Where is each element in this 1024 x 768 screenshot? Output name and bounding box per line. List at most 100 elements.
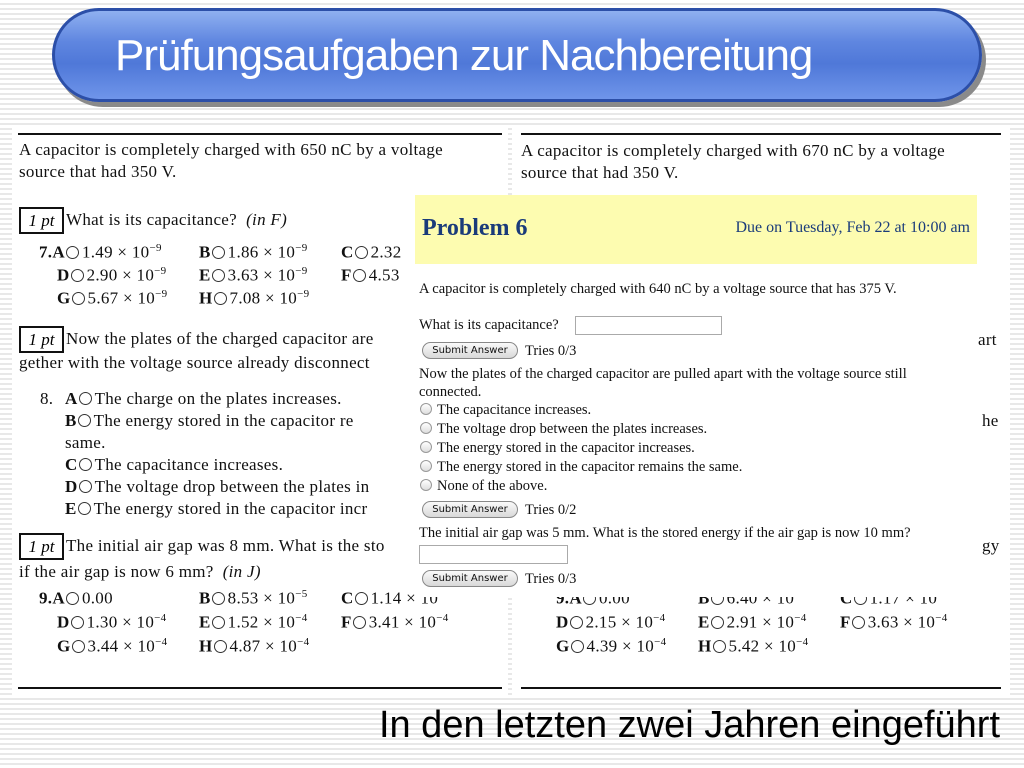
submit-answer-button[interactable]: Submit Answer (422, 501, 518, 518)
intro-line: A capacitor is completely charged with 6… (19, 140, 444, 159)
answer-choice[interactable]: G 5.67 × 10−9 (57, 288, 167, 309)
answer-choice[interactable]: F 3.41 × 10−4 (341, 612, 449, 633)
answer-choice[interactable]: G 4.39 × 10−4 (556, 636, 666, 657)
radio-icon[interactable] (77, 414, 91, 427)
answer-choice[interactable]: D 2.90 × 10−9 (57, 265, 166, 286)
radio-option[interactable]: The voltage drop between the plates incr… (420, 421, 707, 438)
tries-counter: Tries 0/3 (525, 343, 577, 359)
answer-choice[interactable]: C The capacitance increases. (65, 455, 283, 475)
radio-icon[interactable] (420, 460, 432, 472)
answer-choice[interactable]: F 3.63 × 10−4 (840, 612, 948, 633)
radio-option[interactable]: None of the above. (420, 478, 547, 495)
submit-answer-button[interactable]: Submit Answer (422, 342, 518, 359)
answer-choice[interactable]: 9.A 0.00 (39, 588, 113, 609)
radio-icon[interactable] (78, 458, 92, 471)
top-rule (18, 133, 502, 135)
radio-icon[interactable] (712, 639, 726, 653)
submit-answer-button[interactable]: Submit Answer (422, 570, 518, 587)
radio-icon[interactable] (352, 268, 366, 282)
answer-choice[interactable]: H 5.42 × 10−4 (698, 636, 808, 657)
answer-choice[interactable]: H 4.87 × 10−4 (199, 636, 309, 657)
radio-icon[interactable] (211, 615, 225, 629)
answer-choice[interactable]: E 2.91 × 10−4 (698, 612, 807, 633)
radio-icon[interactable] (211, 245, 225, 259)
radio-icon[interactable] (71, 291, 85, 305)
radio-icon[interactable] (77, 502, 91, 515)
answer-choice[interactable]: G 3.44 × 10−4 (57, 636, 167, 657)
q8-number: 8. (40, 389, 54, 408)
q9-text: if the air gap is now 6 mm? (in J) (19, 562, 261, 581)
text-fragment: gy (982, 536, 1000, 555)
q9-text: The initial air gap was 8 mm. What is th… (66, 536, 385, 555)
radio-icon[interactable] (211, 591, 225, 605)
answer-choice[interactable]: D The voltage drop between the plates in (65, 477, 369, 497)
radio-icon[interactable] (570, 639, 584, 653)
radio-icon[interactable] (710, 615, 724, 629)
bottom-rule (18, 687, 502, 689)
intro-line: source that had 350 V. (19, 162, 177, 181)
slide-title: Prüfungsaufgaben zur Nachbereitung (115, 31, 813, 80)
online-homework-panel: Problem 6 Due on Tuesday, Feb 22 at 10:0… (415, 195, 977, 597)
answer-choice[interactable]: H 7.08 × 10−9 (199, 288, 309, 309)
q2-text: Now the plates of the charged capacitor … (419, 366, 907, 382)
text-fragment: he (982, 411, 999, 430)
tries-counter: Tries 0/3 (525, 571, 577, 587)
radio-option[interactable]: The energy stored in the capacitor remai… (420, 459, 742, 476)
top-rule (521, 133, 1001, 135)
answer-choice[interactable]: F 4.53 (341, 265, 400, 286)
q1-text: What is its capacitance? (419, 317, 559, 333)
problem-title: Problem 6 (422, 215, 528, 241)
radio-icon[interactable] (213, 639, 227, 653)
tries-counter: Tries 0/2 (525, 502, 577, 518)
intro-line: A capacitor is completely charged with 6… (521, 141, 946, 160)
energy-input[interactable] (419, 545, 568, 564)
answer-choice[interactable]: E 1.52 × 10−4 (199, 612, 308, 633)
radio-icon[interactable] (213, 291, 227, 305)
answer-choice[interactable]: C 2.32 (341, 242, 402, 263)
slide-footer: In den letzten zwei Jahren eingeführt (378, 704, 1000, 746)
text-fragment: art (978, 330, 997, 349)
radio-icon[interactable] (420, 479, 432, 491)
capacitance-input[interactable] (575, 316, 722, 335)
radio-icon[interactable] (71, 639, 85, 653)
q8-text: Now the plates of the charged capacitor … (66, 329, 374, 348)
answer-choice[interactable]: E The energy stored in the capacitor incr (65, 499, 367, 519)
radio-icon[interactable] (65, 591, 79, 605)
answer-choice[interactable]: B 1.86 × 10−9 (199, 242, 308, 263)
points-box: 1 pt (19, 326, 64, 353)
answer-choice[interactable]: B The energy stored in the capacitor re (65, 411, 354, 431)
radio-icon[interactable] (70, 268, 84, 282)
bottom-rule (521, 687, 1001, 689)
answer-choice[interactable]: 7.A 1.49 × 10−9 (39, 242, 162, 263)
radio-icon[interactable] (354, 245, 368, 259)
slide-title-bar: Prüfungsaufgaben zur Nachbereitung (52, 8, 982, 102)
radio-icon[interactable] (420, 403, 432, 415)
radio-icon[interactable] (78, 480, 92, 493)
radio-icon[interactable] (851, 615, 865, 629)
radio-icon[interactable] (211, 268, 225, 282)
points-box: 1 pt (19, 207, 64, 234)
answer-choice[interactable]: B 8.53 × 10−5 (199, 588, 308, 609)
radio-icon[interactable] (420, 422, 432, 434)
radio-icon[interactable] (354, 591, 368, 605)
answer-choice[interactable]: E 3.63 × 10−9 (199, 265, 308, 286)
radio-icon[interactable] (70, 615, 84, 629)
radio-option[interactable]: The capacitance increases. (420, 402, 591, 419)
answer-choice[interactable]: D 1.30 × 10−4 (57, 612, 166, 633)
radio-icon[interactable] (352, 615, 366, 629)
answer-choice: same. (65, 433, 106, 452)
radio-icon[interactable] (420, 441, 432, 453)
radio-icon[interactable] (65, 245, 79, 259)
radio-icon[interactable] (78, 392, 92, 405)
q3-text: The initial air gap was 5 mm. What is th… (419, 525, 911, 541)
due-date: Due on Tuesday, Feb 22 at 10:00 am (735, 219, 970, 236)
radio-option[interactable]: The energy stored in the capacitor incre… (420, 440, 695, 457)
q7-text: What is its capacitance? (in F) (66, 210, 288, 229)
answer-choice[interactable]: A The charge on the plates increases. (65, 389, 342, 409)
q8-text: gether with the voltage source already d… (19, 353, 370, 372)
problem-intro: A capacitor is completely charged with 6… (419, 281, 897, 297)
radio-icon[interactable] (569, 615, 583, 629)
answer-choice[interactable]: D 2.15 × 10−4 (556, 612, 665, 633)
points-box: 1 pt (19, 533, 64, 560)
intro-line: source that had 350 V. (521, 163, 679, 182)
